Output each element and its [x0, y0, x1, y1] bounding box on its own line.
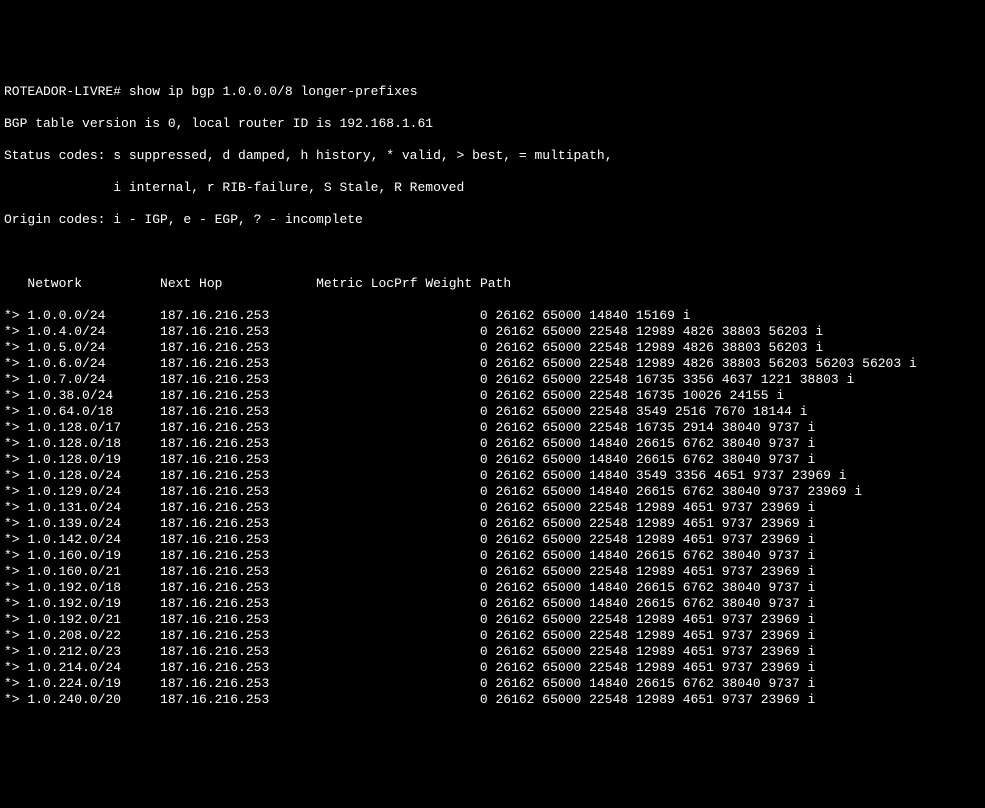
col-locprf: LocPrf	[371, 276, 418, 291]
route-row: *> 1.0.0.0/24 187.16.216.253 0 26162 650…	[4, 308, 985, 324]
route-row: *> 1.0.224.0/19 187.16.216.253 0 26162 6…	[4, 676, 985, 692]
route-row: *> 1.0.139.0/24 187.16.216.253 0 26162 6…	[4, 516, 985, 532]
route-row: *> 1.0.128.0/19 187.16.216.253 0 26162 6…	[4, 452, 985, 468]
route-row: *> 1.0.5.0/24 187.16.216.253 0 26162 650…	[4, 340, 985, 356]
route-row: *> 1.0.4.0/24 187.16.216.253 0 26162 650…	[4, 324, 985, 340]
route-row: *> 1.0.208.0/22 187.16.216.253 0 26162 6…	[4, 628, 985, 644]
terminal-output: ROTEADOR-LIVRE# show ip bgp 1.0.0.0/8 lo…	[4, 68, 985, 724]
col-nexthop: Next Hop	[160, 276, 222, 291]
route-row: *> 1.0.38.0/24 187.16.216.253 0 26162 65…	[4, 388, 985, 404]
col-metric: Metric	[316, 276, 363, 291]
route-row: *> 1.0.160.0/21 187.16.216.253 0 26162 6…	[4, 564, 985, 580]
route-row: *> 1.0.6.0/24 187.16.216.253 0 26162 650…	[4, 356, 985, 372]
route-row: *> 1.0.214.0/24 187.16.216.253 0 26162 6…	[4, 660, 985, 676]
route-row: *> 1.0.192.0/21 187.16.216.253 0 26162 6…	[4, 612, 985, 628]
bgp-header-status1: Status codes: s suppressed, d damped, h …	[4, 148, 985, 164]
route-row: *> 1.0.128.0/18 187.16.216.253 0 26162 6…	[4, 436, 985, 452]
route-row: *> 1.0.192.0/18 187.16.216.253 0 26162 6…	[4, 580, 985, 596]
bgp-header-version: BGP table version is 0, local router ID …	[4, 116, 985, 132]
route-row: *> 1.0.7.0/24 187.16.216.253 0 26162 650…	[4, 372, 985, 388]
col-weight: Weight	[425, 276, 472, 291]
route-row: *> 1.0.64.0/18 187.16.216.253 0 26162 65…	[4, 404, 985, 420]
route-row: *> 1.0.129.0/24 187.16.216.253 0 26162 6…	[4, 484, 985, 500]
route-row: *> 1.0.212.0/23 187.16.216.253 0 26162 6…	[4, 644, 985, 660]
bgp-header-origin: Origin codes: i - IGP, e - EGP, ? - inco…	[4, 212, 985, 228]
route-row: *> 1.0.128.0/24 187.16.216.253 0 26162 6…	[4, 468, 985, 484]
prompt-line[interactable]: ROTEADOR-LIVRE# show ip bgp 1.0.0.0/8 lo…	[4, 84, 985, 100]
route-row: *> 1.0.240.0/20 187.16.216.253 0 26162 6…	[4, 692, 985, 708]
col-network: Network	[27, 276, 82, 291]
route-row: *> 1.0.160.0/19 187.16.216.253 0 26162 6…	[4, 548, 985, 564]
col-path: Path	[480, 276, 511, 291]
route-row: *> 1.0.128.0/17 187.16.216.253 0 26162 6…	[4, 420, 985, 436]
hostname: ROTEADOR-LIVRE#	[4, 84, 121, 99]
routes-table: *> 1.0.0.0/24 187.16.216.253 0 26162 650…	[4, 308, 985, 708]
bgp-header-status2: i internal, r RIB-failure, S Stale, R Re…	[4, 180, 985, 196]
blank-line	[4, 244, 985, 260]
route-row: *> 1.0.192.0/19 187.16.216.253 0 26162 6…	[4, 596, 985, 612]
command: show ip bgp 1.0.0.0/8 longer-prefixes	[129, 84, 418, 99]
route-row: *> 1.0.142.0/24 187.16.216.253 0 26162 6…	[4, 532, 985, 548]
column-header: Network Next Hop Metric LocPrf Weight Pa…	[4, 276, 985, 292]
route-row: *> 1.0.131.0/24 187.16.216.253 0 26162 6…	[4, 500, 985, 516]
